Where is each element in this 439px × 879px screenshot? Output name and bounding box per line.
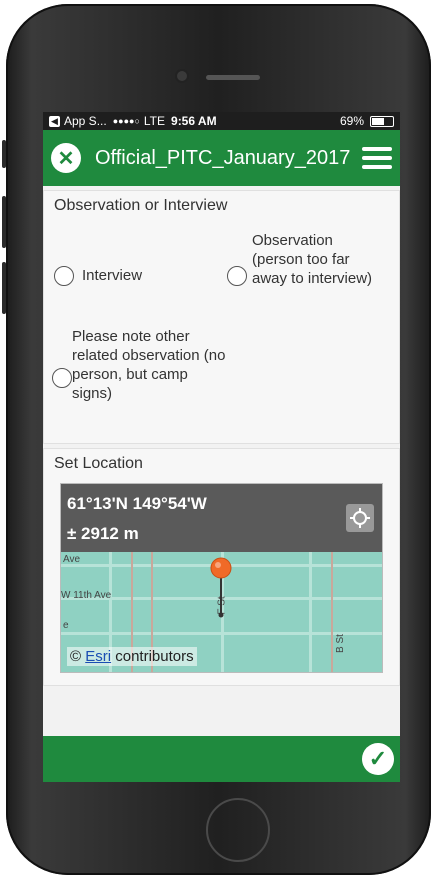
status-bar: ◀ App S... ●●●●○ LTE 9:56 AM 69% — [43, 112, 400, 130]
battery-percent: 69% — [339, 114, 364, 128]
location-map[interactable]: 61°13'N 149°54'W ± 2912 m Ave W 11th Ave… — [60, 483, 383, 673]
map-street-label: W 11th Ave — [61, 590, 112, 601]
battery-icon — [370, 115, 394, 127]
mute-switch[interactable] — [2, 140, 6, 168]
coordinate-readout: 61°13'N 149°54'W — [67, 494, 207, 513]
attribution-prefix: © — [70, 648, 82, 665]
app-screen: ◀ App S... ●●●●○ LTE 9:56 AM 69% ✕ Offic… — [43, 112, 400, 782]
location-label: Set Location — [54, 455, 143, 472]
signal-strength: ●●●●○ — [112, 116, 140, 126]
checkmark-icon[interactable]: ✓ — [362, 743, 394, 775]
clock: 9:56 AM — [171, 114, 217, 128]
network-type: LTE — [143, 114, 166, 128]
option-interview-label[interactable]: Interview — [82, 266, 142, 285]
app-header: ✕ Official_PITC_January_2017 — [43, 130, 400, 186]
accuracy-readout: ± 2912 m — [67, 524, 139, 543]
location-pin-icon — [210, 557, 232, 618]
locate-me-icon[interactable] — [346, 504, 374, 532]
home-button[interactable] — [206, 798, 270, 862]
app-footer: ✓ — [43, 736, 400, 782]
back-app-label[interactable]: App S... — [64, 114, 107, 128]
map-street-label: e — [63, 620, 69, 631]
radio-other-observation[interactable] — [52, 368, 72, 388]
attribution-suffix: contributors — [115, 648, 194, 665]
radio-observation[interactable] — [227, 266, 247, 286]
esri-link[interactable]: Esri — [85, 648, 111, 665]
front-camera — [177, 71, 187, 81]
location-question: Set Location 61°13'N 149°54'W ± 2912 m A — [43, 448, 400, 686]
map-tiles[interactable]: Ave W 11th Ave e F St B St © Esri contri… — [61, 552, 382, 672]
coordinate-panel: 61°13'N 149°54'W ± 2912 m — [61, 484, 382, 552]
question-label: Observation or Interview — [54, 197, 228, 214]
survey-title: Official_PITC_January_2017 — [95, 146, 351, 169]
option-observation-label[interactable]: Observation (person too far away to inte… — [252, 231, 377, 288]
map-street-label: Ave — [63, 554, 81, 565]
map-attribution: © Esri contributors — [67, 647, 197, 666]
map-street-label: B St — [334, 634, 346, 653]
volume-down-button[interactable] — [2, 262, 6, 314]
radio-interview[interactable] — [54, 266, 74, 286]
earpiece-speaker — [206, 75, 260, 80]
close-icon[interactable]: ✕ — [51, 143, 81, 173]
volume-up-button[interactable] — [2, 196, 6, 248]
observation-question: Observation or Interview Interview Obser… — [43, 190, 400, 444]
option-other-observation-label[interactable]: Please note other related observation (n… — [72, 327, 232, 403]
back-to-app-icon[interactable]: ◀ — [49, 115, 60, 127]
hamburger-menu-icon[interactable] — [362, 147, 392, 169]
